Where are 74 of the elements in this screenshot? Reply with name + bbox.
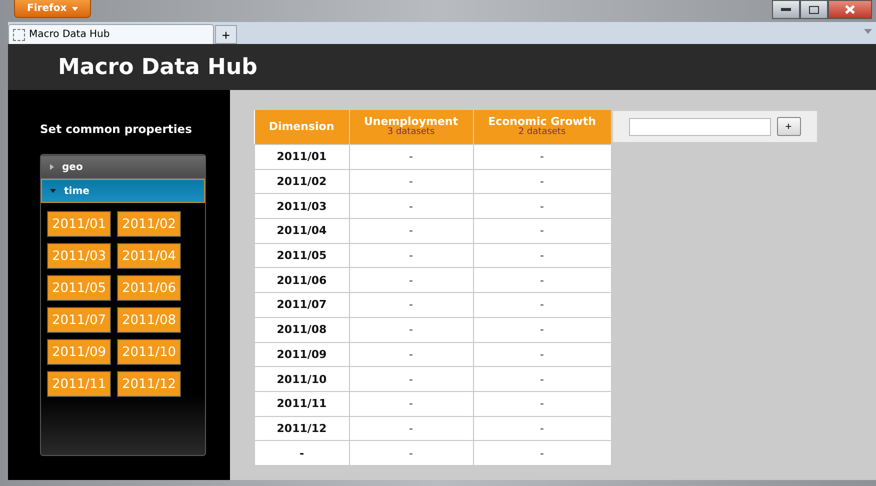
app-title: Macro Data Hub xyxy=(58,54,258,80)
minimize-icon xyxy=(781,8,791,12)
sidebar-title: Set common properties xyxy=(40,122,193,136)
value-chip[interactable]: 2011/06 xyxy=(117,275,181,301)
table-cell: 2011/11 xyxy=(254,391,349,416)
table-cell: - xyxy=(349,342,473,367)
table-cell: - xyxy=(349,416,473,441)
table-cell: - xyxy=(349,218,473,244)
maximize-button[interactable] xyxy=(800,0,828,19)
table-cell: - xyxy=(473,194,611,219)
browser-tab[interactable]: Macro Data Hub xyxy=(8,24,214,44)
close-icon xyxy=(845,5,855,14)
new-tab-button[interactable]: + xyxy=(215,25,237,44)
input-field[interactable] xyxy=(628,118,770,136)
table-cell: 2011/07 xyxy=(254,292,349,318)
table-cell: - xyxy=(473,218,611,244)
table-cell: - xyxy=(349,243,473,268)
table-cell: - xyxy=(473,268,611,293)
table-cell: 2011/10 xyxy=(254,366,349,392)
table-cell: 2011/05 xyxy=(254,243,349,268)
table-cell: - xyxy=(349,391,473,416)
table-cell: 2011/01 xyxy=(254,144,349,170)
table-cell: 2011/08 xyxy=(254,317,349,342)
table-cell: - xyxy=(473,440,611,466)
maximize-icon xyxy=(809,6,819,14)
table-cell: - xyxy=(349,292,473,318)
caret-down-icon xyxy=(50,189,56,193)
column-header[interactable]: Dimension xyxy=(254,110,349,144)
caret-icon xyxy=(72,6,78,10)
page-icon xyxy=(13,28,25,40)
add-button[interactable]: + xyxy=(776,117,800,136)
value-chip[interactable]: 2011/08 xyxy=(117,307,181,333)
table-cell: - xyxy=(349,169,473,194)
table-cell: - xyxy=(473,169,611,194)
table-cell: 2011/09 xyxy=(254,342,349,367)
tab-title: Macro Data Hub xyxy=(29,29,110,40)
table-cell: 2011/02 xyxy=(254,169,349,194)
value-chip[interactable]: 2011/03 xyxy=(47,243,111,269)
value-chip[interactable]: 2011/02 xyxy=(117,211,181,237)
table-cell: - xyxy=(473,243,611,268)
table-cell: - xyxy=(473,342,611,367)
table-cell: - xyxy=(349,268,473,293)
value-chip[interactable]: 2011/07 xyxy=(47,307,111,333)
table-cell: 2011/03 xyxy=(254,194,349,219)
table-cell: - xyxy=(349,440,473,466)
caret-right-icon xyxy=(50,164,54,170)
table-cell: - xyxy=(473,144,611,170)
value-chip[interactable]: 2011/12 xyxy=(117,371,181,397)
table-cell: - xyxy=(349,366,473,392)
table-cell: - xyxy=(473,391,611,416)
accordion-header[interactable]: geo xyxy=(41,155,205,179)
value-chip[interactable]: 2011/04 xyxy=(117,243,181,269)
table-cell: - xyxy=(473,317,611,342)
firefox-menu-button[interactable]: Firefox xyxy=(14,0,91,18)
column-header[interactable]: Economic Growth 2 datasets xyxy=(473,110,611,144)
column-header[interactable]: Unemployment 3 datasets xyxy=(349,110,473,144)
table-cell: - xyxy=(254,440,349,466)
table-cell: - xyxy=(473,292,611,318)
value-chip[interactable]: 2011/09 xyxy=(47,339,111,365)
value-chip[interactable]: 2011/11 xyxy=(47,371,111,397)
table-cell: - xyxy=(349,194,473,219)
table-cell: 2011/04 xyxy=(254,218,349,244)
table-cell: - xyxy=(349,144,473,170)
table-cell: - xyxy=(473,416,611,441)
value-chip[interactable]: 2011/05 xyxy=(47,275,111,301)
table-cell: - xyxy=(473,366,611,392)
minimize-button[interactable] xyxy=(772,0,800,19)
table-cell: 2011/06 xyxy=(254,268,349,293)
table-cell: - xyxy=(349,317,473,342)
close-button[interactable] xyxy=(828,0,872,19)
value-chip[interactable]: 2011/01 xyxy=(47,211,111,237)
table-cell: 2011/12 xyxy=(254,416,349,441)
accordion-header[interactable]: time xyxy=(41,179,205,203)
value-chip[interactable]: 2011/10 xyxy=(117,339,181,365)
